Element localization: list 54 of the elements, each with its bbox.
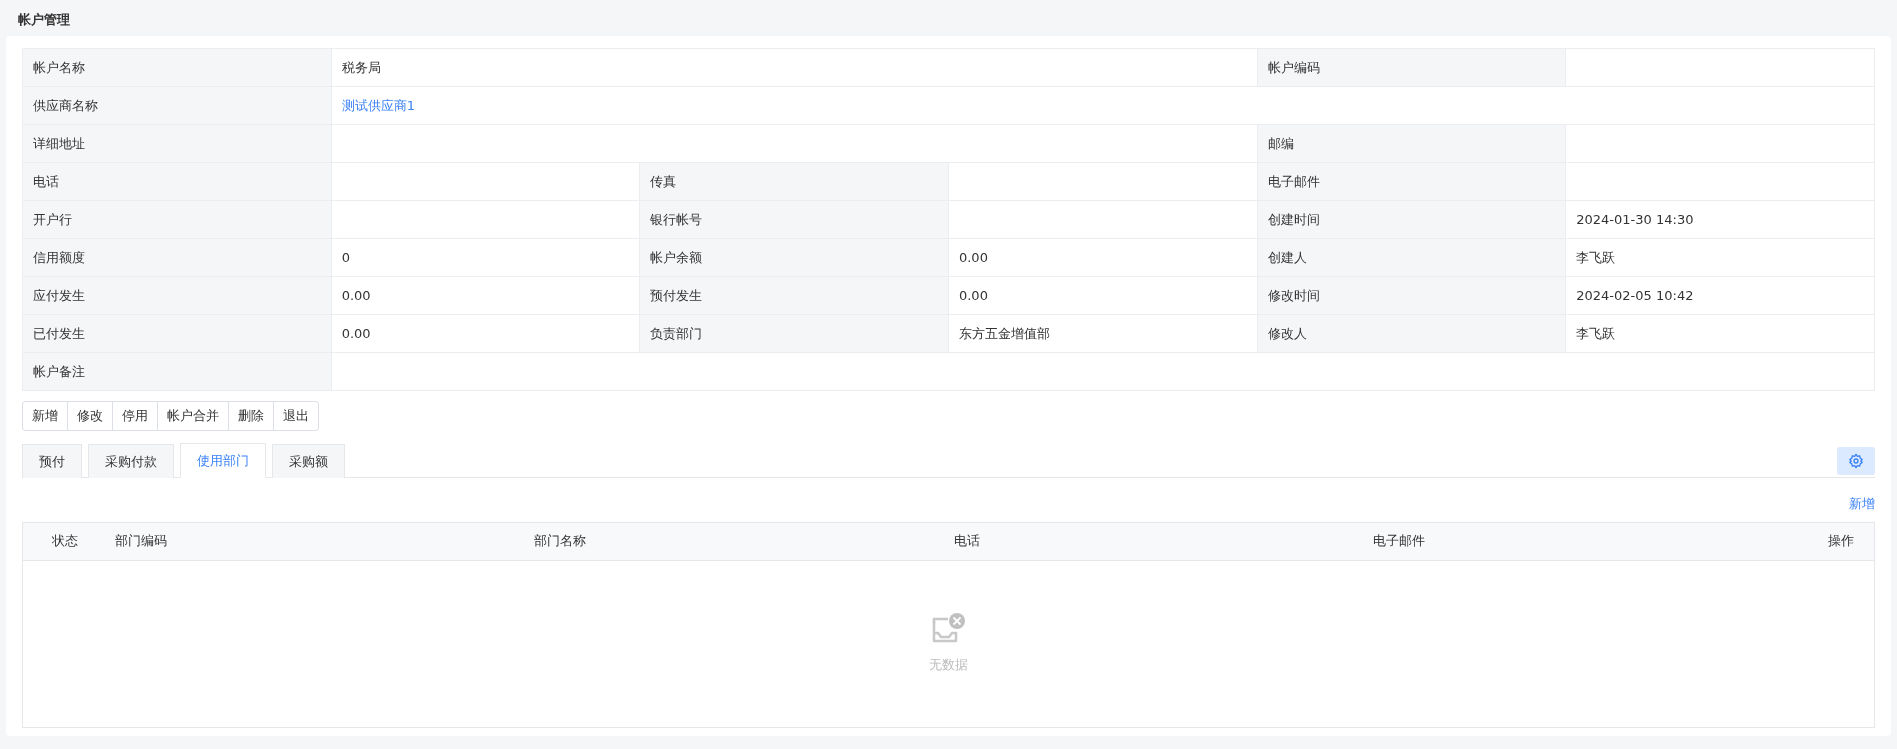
field-label: 负责部门 xyxy=(650,325,703,341)
column-header: 部门名称 xyxy=(533,532,588,551)
field-label: 帐户余额 xyxy=(650,249,703,265)
toolbar-button[interactable]: 修改 xyxy=(67,401,113,431)
tab[interactable]: 采购付款 xyxy=(88,443,174,478)
empty-text: 无数据 xyxy=(929,655,968,674)
toolbar-button[interactable]: 新增 xyxy=(22,401,68,431)
column-header: 电话 xyxy=(952,532,981,551)
field-value: 0.00 xyxy=(341,287,371,303)
page-title: 帐户管理 xyxy=(17,11,71,29)
field-label: 帐户名称 xyxy=(33,59,85,75)
field-label: 详细地址 xyxy=(33,135,85,151)
field-value: 0 xyxy=(341,249,350,265)
field-value: 0.00 xyxy=(958,249,988,265)
field-label: 创建时间 xyxy=(1267,211,1320,227)
tab[interactable]: 采购额 xyxy=(272,443,345,478)
field-label: 银行帐号 xyxy=(650,211,703,227)
column-header: 电子邮件 xyxy=(1371,532,1426,551)
settings-icon xyxy=(1848,453,1864,469)
field-value: 2024-01-30 14:30 xyxy=(1576,211,1694,227)
toolbar-button[interactable]: 删除 xyxy=(228,401,274,431)
toolbar-button[interactable]: 帐户合并 xyxy=(157,401,229,431)
field-label: 应付发生 xyxy=(33,287,85,303)
field-label: 传真 xyxy=(650,173,677,189)
toolbar-button[interactable]: 停用 xyxy=(112,401,158,431)
field-value: 0.00 xyxy=(958,287,988,303)
toolbar-button[interactable]: 退出 xyxy=(273,401,319,431)
field-label: 电子邮件 xyxy=(1267,173,1320,189)
field-label: 电话 xyxy=(33,173,59,189)
field-label: 创建人 xyxy=(1267,249,1307,265)
column-header: 部门编码 xyxy=(114,532,168,551)
supplier-link[interactable]: 测试供应商1 xyxy=(341,97,415,113)
field-value: 李飞跃 xyxy=(1576,249,1616,265)
settings-button[interactable] xyxy=(1837,447,1875,475)
field-label: 信用额度 xyxy=(33,249,85,265)
field-value: 东方五金增值部 xyxy=(958,325,1050,341)
field-label: 帐户编码 xyxy=(1267,59,1320,75)
field-value: 税务局 xyxy=(341,59,381,75)
tab[interactable]: 预付 xyxy=(22,443,82,478)
field-label: 供应商名称 xyxy=(33,97,98,113)
field-value: 2024-02-05 10:42 xyxy=(1576,287,1694,303)
add-link[interactable]: 新增 xyxy=(1849,494,1875,514)
field-label: 开户行 xyxy=(33,211,72,227)
field-label: 已付发生 xyxy=(33,325,85,341)
field-label: 帐户备注 xyxy=(33,363,85,379)
field-label: 邮编 xyxy=(1267,135,1294,151)
field-label: 修改人 xyxy=(1267,325,1307,341)
field-value: 李飞跃 xyxy=(1576,325,1616,341)
field-value: 0.00 xyxy=(341,325,371,341)
field-label: 预付发生 xyxy=(650,287,703,303)
column-header: 状态 xyxy=(51,532,79,551)
field-label: 修改时间 xyxy=(1267,287,1320,303)
tab[interactable]: 使用部门 xyxy=(180,442,266,478)
column-header: 操作 xyxy=(1827,532,1855,551)
